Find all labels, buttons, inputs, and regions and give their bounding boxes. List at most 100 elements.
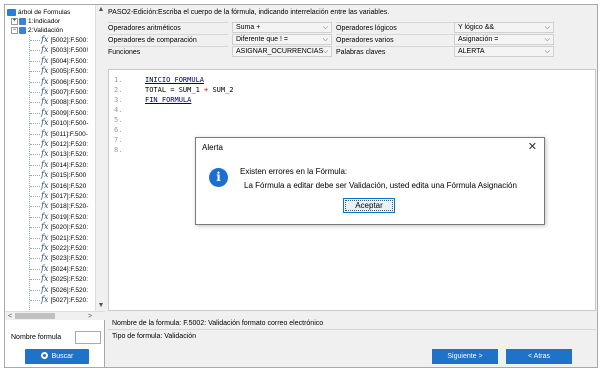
scroll-up-icon[interactable]: ▲ (96, 5, 106, 15)
function-icon: fx (41, 180, 49, 190)
scroll-right-icon[interactable]: > (85, 312, 95, 321)
function-icon: fx (41, 263, 49, 273)
line-number: 3. (114, 96, 123, 104)
function-icon: fx (41, 128, 49, 138)
code-token: SUM_2 (212, 86, 234, 94)
tree-item[interactable]: fx [5018]:F.520- (41, 201, 88, 210)
tree-item-label: [5016]:F.520 (50, 182, 87, 190)
tree-item[interactable]: fx [5015]:F.500 (41, 170, 86, 179)
function-icon: fx (41, 232, 49, 242)
tree-node-indicador[interactable]: +1:Indicador (11, 17, 60, 26)
nombre-formula-label: Nombre formula (11, 334, 62, 341)
tree-item-label: [5027]:F.520: (50, 297, 89, 304)
function-icon: fx (41, 55, 49, 65)
function-icon: fx (41, 295, 49, 304)
chevron-down-icon: ⌵ (544, 48, 550, 55)
tree-item[interactable]: fx [5012]:F.520: (41, 139, 88, 148)
function-icon: fx (41, 222, 49, 232)
atras-button[interactable]: < Atras (506, 349, 572, 364)
tree-item[interactable]: fx [5016]:F.520 (41, 181, 86, 190)
tree-guide-line (30, 71, 40, 73)
tree-item[interactable]: fx [5023]:F.520: (41, 253, 88, 262)
tree-guide-line (30, 133, 40, 135)
compare-ops-value: Diferente que ! = (236, 36, 288, 43)
tree-item-label: [5002]:F.500: (50, 37, 89, 44)
tree-guide-line (30, 123, 40, 125)
tree-item[interactable]: fx [5026]:F.520: (41, 285, 88, 294)
folder-icon (19, 17, 26, 25)
close-icon[interactable]: ✕ (528, 140, 537, 153)
tree-item[interactable]: fx [5002]:F.500: (41, 35, 88, 44)
tree-guide-line (30, 92, 40, 93)
aceptar-button[interactable]: Aceptar (343, 198, 395, 213)
compare-ops-label: Operadores de comparación (108, 34, 228, 45)
siguiente-button[interactable]: Siguiente > (432, 349, 498, 364)
tree-item[interactable]: fx [5017]:F.520: (41, 191, 88, 200)
chevron-down-icon: ⌵ (544, 24, 550, 31)
tree-root[interactable]: árbol de Formulas (7, 8, 70, 17)
misc-ops-select[interactable]: Asignación = ⌵ (454, 34, 554, 45)
tree-item[interactable]: fx [5006]:F.500: (41, 77, 88, 86)
scroll-left-icon[interactable]: < (5, 312, 15, 321)
tree-root-icon (7, 8, 16, 16)
step-title: PASO2-Edición:Escriba el cuerpo de la fó… (108, 9, 390, 16)
tree-item[interactable]: fx [5008]:F.500: (41, 97, 88, 106)
tree-item[interactable]: fx [5027]:F.520: (41, 295, 88, 304)
tree-node-label: 1:Indicador (28, 18, 61, 25)
tree-item[interactable]: fx [5021]:F.520: (41, 233, 88, 242)
tree-item-label: [5018]:F.520- (50, 203, 89, 211)
tree-item-label: [5019]:F.520: (50, 213, 89, 221)
functions-label: Funciones (108, 46, 228, 57)
tree-item[interactable]: fx [5007]:F.500: (41, 87, 88, 96)
tree-guide-line (29, 35, 30, 318)
alert-dialog: Alerta ✕ i Existen errores en la Fórmula… (195, 137, 545, 225)
tree-item[interactable]: fx [5019]:F.520: (41, 212, 88, 221)
arith-ops-select[interactable]: Suma + ⌵ (232, 22, 332, 33)
keyword-token: FIN_FORMULA (145, 96, 192, 104)
tree-item[interactable]: fx [5011]:F.500- (41, 129, 88, 138)
tree-item-label: [5026]:F.520: (50, 286, 89, 294)
tree-item[interactable]: fx [5020]:F.520: (41, 222, 88, 231)
function-icon: fx (41, 76, 49, 86)
tree-vertical-scrollbar[interactable]: ▲ ▼ (95, 5, 105, 311)
tree-item[interactable]: fx [5005]:F.500: (41, 66, 88, 75)
tree-item[interactable]: fx [5013]:F.520: (41, 149, 88, 158)
tree-horizontal-scrollbar[interactable]: < > (5, 311, 105, 320)
tree-item[interactable]: fx [5014]:F.520: (41, 160, 88, 169)
tree-item[interactable]: fx [5010]:F.500- (41, 118, 88, 127)
tree-guide-line (30, 102, 40, 104)
collapse-icon[interactable]: − (11, 26, 18, 34)
functions-value: ASIGNAR_OCURRENCIAS (236, 48, 324, 55)
keywords-select[interactable]: ALERTA ⌵ (454, 46, 554, 57)
tree-item[interactable]: fx [5025]:F.520: (41, 274, 88, 283)
misc-ops-value: Asignación = (458, 36, 499, 43)
scroll-down-icon[interactable]: ▼ (96, 301, 106, 311)
buscar-button[interactable]: Buscar (25, 349, 89, 364)
function-icon: fx (41, 87, 49, 96)
buscar-label: Buscar (51, 353, 74, 360)
tree-item-label: [5005]:F.500: (50, 68, 89, 76)
tree-item[interactable]: fx [5003]:F.500! (41, 45, 88, 54)
expand-icon[interactable]: + (11, 17, 18, 25)
formula-tree[interactable]: árbol de Formulas +1:Indicador − 2:Valida… (5, 5, 105, 318)
function-icon: fx (41, 45, 49, 55)
tree-guide-line (30, 40, 40, 41)
tree-guide-line (30, 50, 40, 52)
tree-guide-line (30, 258, 40, 260)
tree-guide-line (30, 248, 40, 249)
focus-ring (345, 200, 393, 211)
logic-ops-select[interactable]: Y lógico && ⌵ (454, 22, 554, 33)
tree-guide-line (30, 227, 40, 229)
compare-ops-select[interactable]: Diferente que ! = ⌵ (232, 34, 332, 45)
tree-item[interactable]: fx [5004]:F.500: (41, 56, 88, 65)
nombre-formula-input[interactable] (75, 331, 101, 344)
tree-node-validacion[interactable]: − 2:Validación (11, 26, 63, 35)
operator-token: + (204, 86, 209, 94)
tree-item[interactable]: fx [5022]:F.520: (41, 243, 88, 252)
folder-icon (19, 26, 26, 34)
tree-item[interactable]: fx [5009]:F.500: (41, 108, 88, 117)
functions-select[interactable]: ASIGNAR_OCURRENCIAS ⌵ (232, 46, 332, 57)
tree-item-label: [5017]:F.520: (50, 193, 89, 200)
scroll-thumb[interactable] (15, 313, 55, 319)
tree-item[interactable]: fx [5024]:F.520: (41, 264, 88, 273)
